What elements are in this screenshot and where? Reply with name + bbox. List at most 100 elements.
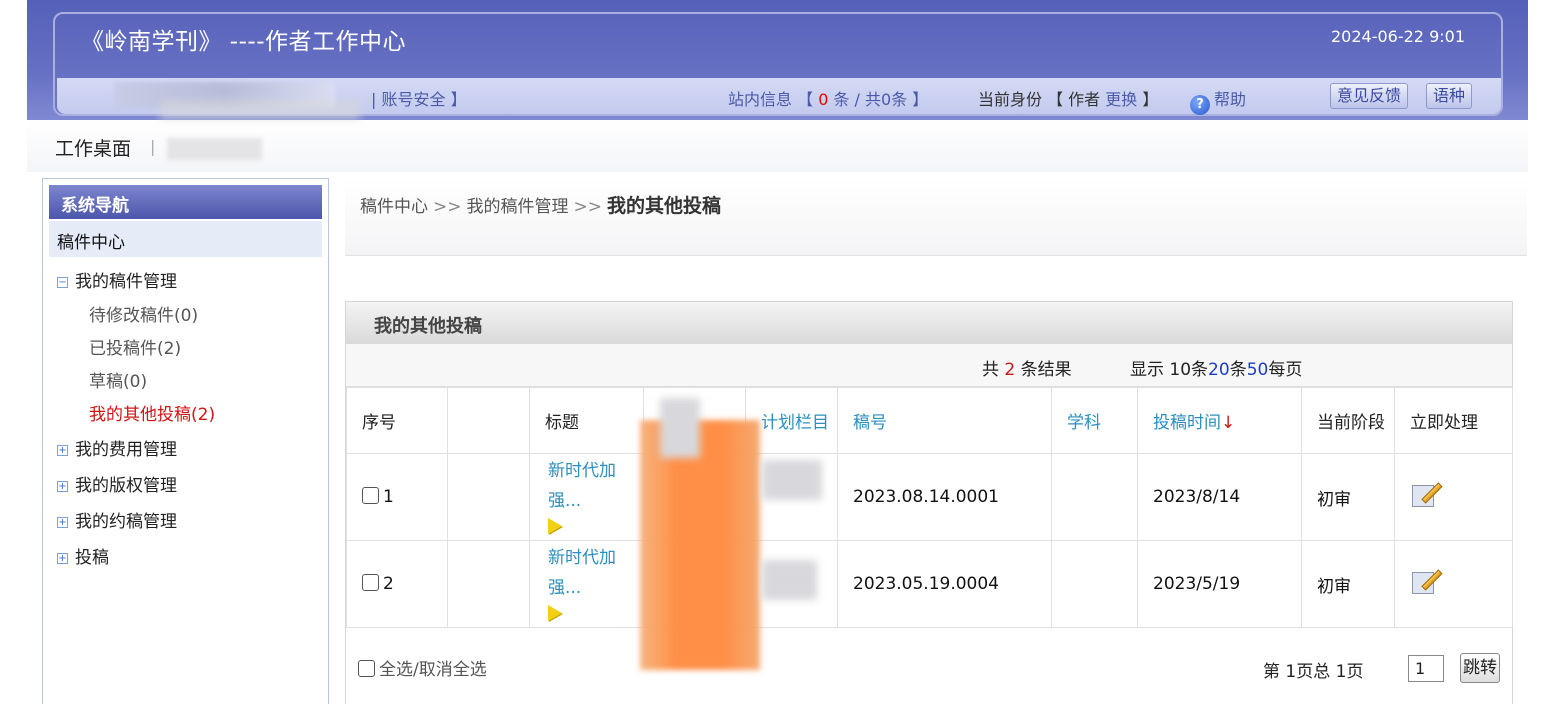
row-action (1394, 540, 1513, 628)
nav-group-manuscript-management[interactable]: − 我的稿件管理 (57, 267, 177, 292)
row-checkbox[interactable] (362, 487, 379, 504)
page-size-50[interactable]: 50 (1247, 360, 1269, 380)
table-footer: 全选/取消全选 第 1页总 1页 1 跳转 (346, 627, 1512, 704)
results-bar: 共 2 条结果 显示 10条20条50每页 (346, 344, 1512, 387)
redaction-overlay (640, 420, 760, 670)
desk-title[interactable]: 工作桌面 (55, 134, 131, 161)
row-title: 新时代加 强... (529, 453, 644, 541)
account-security-link[interactable]: | 账号安全 】 (371, 86, 467, 110)
page: 《岭南学刊》 ----作者工作中心 2024-06-22 9:01 | 账号安全… (0, 0, 1561, 704)
table-row: 2 新时代加 强... 2023.05.19.0004 2023/5/19 初审 (346, 540, 1513, 628)
site-messages[interactable]: 站内信息 【 0 条 / 共0条 】 (728, 86, 928, 110)
breadcrumb-bar: 稿件中心 >> 我的稿件管理 >> 我的其他投稿 (345, 178, 1527, 256)
nav-group-label: 我的版权管理 (75, 476, 177, 496)
col-stage: 当前阶段 (1301, 387, 1395, 454)
expand-icon: + (57, 445, 68, 456)
language-button[interactable]: 语种 (1426, 83, 1473, 109)
help-icon: ? (1190, 95, 1210, 115)
col-manuscript-no[interactable]: 稿号 (837, 387, 1052, 454)
row-subject (1051, 453, 1138, 541)
play-arrow-icon[interactable] (548, 517, 562, 534)
sidebar: 系统导航 稿件中心 − 我的稿件管理 待修改稿件(0) 已投稿件(2) 草稿(0)… (42, 178, 329, 704)
col-action: 立即处理 (1394, 387, 1513, 454)
redaction-overlay (660, 398, 700, 458)
title-link[interactable]: 新时代加 强... (548, 543, 643, 603)
site-title: 《岭南学刊》 ----作者工作中心 (81, 29, 407, 55)
breadcrumb-item[interactable]: 我的稿件管理 (467, 197, 569, 217)
breadcrumb: 稿件中心 >> 我的稿件管理 >> 我的其他投稿 (360, 191, 721, 218)
redaction-overlay (762, 460, 822, 500)
site-msg-count: 0 (818, 90, 829, 109)
site-msg-label: 站内信息 【 (728, 90, 814, 109)
breadcrumb-item[interactable]: 稿件中心 (360, 197, 428, 217)
select-all[interactable]: 全选/取消全选 (358, 655, 487, 680)
table-row: 1 新时代加 强... 2023.08.14.0001 2023/8/14 初审 (346, 453, 1513, 541)
site-msg-rest: 条 / 共0条 】 (833, 90, 929, 109)
help-label: 帮助 (1214, 90, 1247, 109)
nav-item-other-submissions[interactable]: 我的其他投稿(2) (89, 400, 215, 425)
row-date: 2023/8/14 (1137, 453, 1302, 541)
nav-item-pending-revision[interactable]: 待修改稿件(0) (89, 301, 198, 326)
title-link[interactable]: 新时代加 强... (548, 456, 643, 516)
nav-heading: 系统导航 (49, 185, 322, 219)
edit-icon[interactable] (1410, 567, 1443, 597)
breadcrumb-current: 我的其他投稿 (607, 195, 722, 217)
expand-icon: + (57, 553, 68, 564)
row-blank (447, 540, 530, 628)
table-header-row: 序号 标题 计划栏目 稿号 学科 投稿时间↓ 当前阶段 立即处理 (346, 387, 1513, 454)
help-link[interactable]: ? 帮助 (1190, 86, 1246, 115)
page-size-suffix: 每页 (1268, 360, 1303, 380)
jump-button[interactable]: 跳转 (1460, 653, 1500, 683)
submissions-table: 序号 标题 计划栏目 稿号 学科 投稿时间↓ 当前阶段 立即处理 1 新时代加强… (346, 387, 1513, 628)
row-action (1394, 453, 1513, 541)
edit-icon[interactable] (1410, 480, 1443, 510)
identity: 当前身份 【 作者 更换 】 (978, 86, 1158, 110)
datetime: 2024-06-22 9:01 (1331, 27, 1465, 46)
result-suffix: 条结果 (1020, 360, 1072, 380)
select-all-checkbox[interactable] (358, 660, 375, 677)
desk-separator: | (150, 137, 156, 156)
page-info: 第 1页总 1页 (1263, 662, 1364, 682)
desk-bar: 工作桌面 | (27, 120, 1528, 172)
result-number: 2 (1004, 360, 1016, 380)
nav-group-invited-management[interactable]: + 我的约稿管理 (57, 507, 177, 532)
feedback-button[interactable]: 意见反馈 (1330, 83, 1409, 109)
identity-switch-link[interactable]: 更换 (1105, 90, 1137, 109)
col-blank (447, 387, 530, 454)
row-index: 1 (346, 453, 448, 541)
col-submit-time-label: 投稿时间 (1153, 413, 1221, 433)
result-prefix: 共 (982, 360, 999, 380)
page-size-prefix: 显示 10条 (1130, 360, 1209, 380)
row-checkbox[interactable] (362, 574, 379, 591)
nav-group-copyright-management[interactable]: + 我的版权管理 (57, 471, 177, 496)
nav-group-submit[interactable]: + 投稿 (57, 543, 109, 568)
redacted-tab (167, 138, 262, 160)
col-subject[interactable]: 学科 (1051, 387, 1138, 454)
sort-desc-icon: ↓ (1221, 413, 1236, 433)
nav-group-label: 投稿 (75, 548, 109, 568)
nav-group-fee-management[interactable]: + 我的费用管理 (57, 435, 177, 460)
row-manuscript-no: 2023.05.19.0004 (837, 540, 1052, 628)
redaction-overlay (762, 560, 817, 600)
expand-icon: + (57, 517, 68, 528)
row-stage: 初审 (1301, 540, 1395, 628)
row-subject (1051, 540, 1138, 628)
page-number-input[interactable]: 1 (1408, 655, 1444, 682)
page-size-selector: 显示 10条20条50每页 (1130, 355, 1302, 380)
col-index: 序号 (346, 387, 448, 454)
nav-group-label: 我的约稿管理 (75, 512, 177, 532)
nav-item-submitted[interactable]: 已投稿件(2) (89, 334, 181, 359)
nav-item-drafts[interactable]: 草稿(0) (89, 367, 147, 392)
nav-group-label: 我的稿件管理 (75, 272, 177, 292)
nav-section-manuscripts[interactable]: 稿件中心 (49, 221, 322, 257)
col-submit-time[interactable]: 投稿时间↓ (1137, 387, 1302, 454)
identity-close: 】 (1142, 90, 1159, 109)
select-all-label: 全选/取消全选 (379, 660, 487, 680)
row-blank (447, 453, 530, 541)
play-arrow-icon[interactable] (548, 604, 562, 621)
page-size-mid: 条 (1229, 360, 1247, 380)
result-count: 共 2 条结果 (982, 355, 1072, 380)
row-date: 2023/5/19 (1137, 540, 1302, 628)
breadcrumb-separator: >> (573, 197, 603, 217)
page-size-20[interactable]: 20 (1208, 360, 1230, 380)
